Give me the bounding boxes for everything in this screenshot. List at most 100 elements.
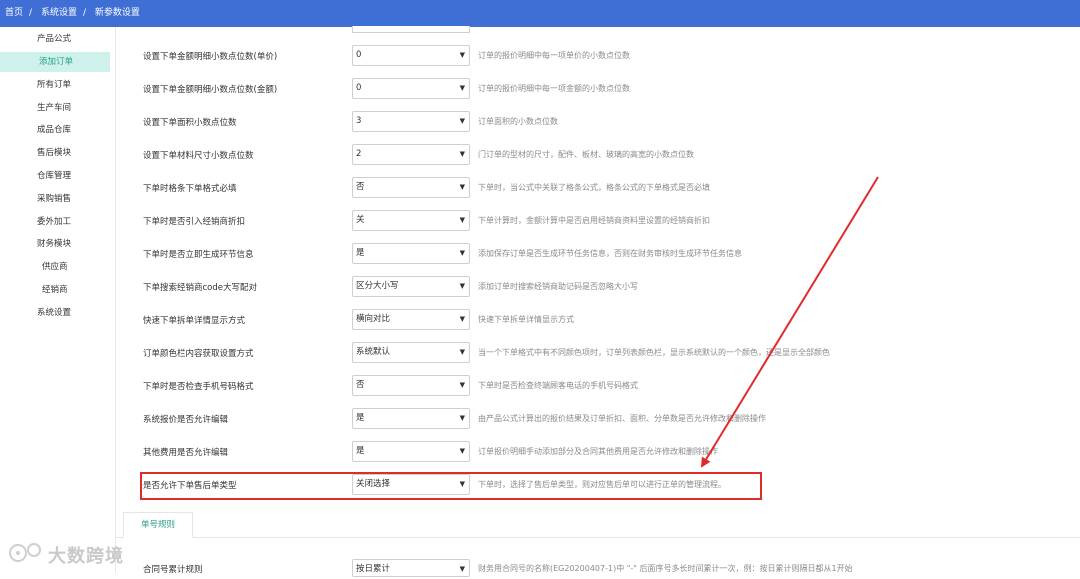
setting-value: 0 — [356, 83, 362, 93]
sidebar-item-outsourcing[interactable]: 委外加工 — [0, 212, 110, 232]
setting-row: 系统报价是否允许编辑 是 ▼ 由产品公式计算出的报价结果及订单折扣、面积、分单数是… — [116, 403, 1080, 436]
setting-label: 设置下单金额明细小数点位数(金额) — [143, 85, 278, 95]
setting-label: 下单时是否检查手机号码格式 — [143, 382, 254, 392]
setting-description: 财务用合同号的名称(EG20200407-1)中 "-" 后面序号多长时间累计一… — [478, 564, 853, 573]
caret-down-icon: ▼ — [459, 315, 465, 323]
setting-row: 下单搜索经销商code大写配对 区分大小写 ▼ 添加订单时搜索经销商助记码是否忽略… — [116, 271, 1080, 304]
sidebar-item-finance[interactable]: 财务模块 — [0, 234, 110, 254]
setting-row: 设置下单金额明细小数点位数(单价) 0 ▼ 订单的报价明细中每一项单价的小数点位数 — [116, 40, 1080, 73]
caret-down-icon: ▼ — [459, 414, 465, 422]
setting-label: 下单搜索经销商code大写配对 — [143, 283, 257, 293]
setting-description: 添加订单时搜索经销商助记码是否忽略大小写 — [478, 282, 638, 291]
caret-down-icon: ▼ — [459, 282, 465, 290]
sidebar-item-warehouse-mgmt[interactable]: 仓库管理 — [0, 166, 110, 186]
sidebar-item-all-orders[interactable]: 所有订单 — [0, 75, 110, 95]
caret-down-icon: ▼ — [459, 381, 465, 389]
setting-description: 当一个下单格式中有不同颜色项时，订单列表颜色栏，显示系统默认的一个颜色，还是显示… — [478, 348, 830, 357]
highlight-annotation-box — [140, 472, 762, 500]
setting-description: 订单面积的小数点位数 — [478, 117, 558, 126]
sidebar-item-dealer[interactable]: 经销商 — [0, 280, 110, 300]
setting-select[interactable]: 是 ▼ — [352, 243, 470, 264]
setting-description: 订单报价明细手动添加部分及合同其他费用是否允许修改和删除操作 — [478, 447, 718, 456]
sidebar-item-system-settings[interactable]: 系统设置 — [0, 303, 110, 323]
sidebar-item-supplier[interactable]: 供应商 — [0, 257, 110, 277]
sidebar-item-add-order[interactable]: 添加订单 — [0, 52, 110, 72]
setting-label: 订单颜色栏内容获取设置方式 — [143, 349, 254, 359]
partial-select[interactable] — [352, 26, 470, 33]
breadcrumb-system-settings[interactable]: 系统设置 — [41, 8, 77, 18]
setting-select[interactable]: 区分大小写 ▼ — [352, 276, 470, 297]
setting-select[interactable]: 关 ▼ — [352, 210, 470, 231]
setting-description: 订单的报价明细中每一项单价的小数点位数 — [478, 51, 630, 60]
setting-value: 是 — [356, 446, 365, 456]
caret-down-icon: ▼ — [459, 565, 465, 573]
setting-select[interactable]: 否 ▼ — [352, 375, 470, 396]
caret-down-icon: ▼ — [459, 117, 465, 125]
setting-select[interactable]: 2 ▼ — [352, 144, 470, 165]
caret-down-icon: ▼ — [459, 447, 465, 455]
setting-select[interactable]: 3 ▼ — [352, 111, 470, 132]
setting-value: 是 — [356, 248, 365, 258]
caret-down-icon: ▼ — [459, 183, 465, 191]
setting-select[interactable]: 否 ▼ — [352, 177, 470, 198]
setting-label: 设置下单金额明细小数点位数(单价) — [143, 52, 278, 62]
breadcrumb-separator: / — [82, 8, 86, 18]
setting-value: 3 — [356, 116, 362, 126]
setting-select[interactable]: 横向对比 ▼ — [352, 309, 470, 330]
setting-row: 下单时是否检查手机号码格式 否 ▼ 下单时是否检查终端顾客电话的手机号码格式 — [116, 370, 1080, 403]
sidebar-item-product-formula[interactable]: 产品公式 — [0, 29, 110, 49]
caret-down-icon: ▼ — [459, 84, 465, 92]
breadcrumb-separator: / — [29, 8, 33, 18]
setting-row-partial: 合同号累计规则 按日累计 ▼ 财务用合同号的名称(EG20200407-1)中 "… — [116, 559, 1080, 579]
setting-row: 下单时是否引入经销商折扣 关 ▼ 下单计算时，金额计算中是否启用经销商资料里设置的… — [116, 205, 1080, 238]
setting-row: 设置下单金额明细小数点位数(金额) 0 ▼ 订单的报价明细中每一项金额的小数点位数 — [116, 73, 1080, 106]
setting-row: 订单颜色栏内容获取设置方式 系统默认 ▼ 当一个下单格式中有不同颜色项时，订单列表… — [116, 337, 1080, 370]
setting-select[interactable]: 0 ▼ — [352, 45, 470, 66]
sidebar-item-finished-warehouse[interactable]: 成品仓库 — [0, 120, 110, 140]
setting-label: 系统报价是否允许编辑 — [143, 415, 229, 425]
setting-value: 0 — [356, 50, 362, 60]
setting-description: 下单时是否检查终端顾客电话的手机号码格式 — [478, 381, 638, 390]
sidebar-item-purchase-sales[interactable]: 采购销售 — [0, 189, 110, 209]
setting-label: 合同号累计规则 — [143, 565, 203, 575]
setting-description: 由产品公式计算出的报价结果及订单折扣、面积、分单数是否允许修改和删除操作 — [478, 414, 766, 423]
settings-panel: 设置下单金额明细小数点位数(单价) 0 ▼ 订单的报价明细中每一项单价的小数点位数… — [116, 26, 1080, 577]
setting-value: 横向对比 — [356, 314, 391, 324]
setting-description: 门订单的型材的尺寸，配件、板材、玻璃的高宽的小数点位数 — [478, 150, 694, 159]
setting-value: 系统默认 — [356, 347, 391, 357]
setting-label: 其他费用是否允许编辑 — [143, 448, 229, 458]
setting-row: 设置下单面积小数点位数 3 ▼ 订单面积的小数点位数 — [116, 106, 1080, 139]
setting-value: 2 — [356, 149, 362, 159]
setting-select[interactable]: 按日累计 ▼ — [352, 559, 470, 577]
setting-row: 下单时格条下单格式必填 否 ▼ 下单时，当公式中关联了格条公式，格条公式的下单格式… — [116, 172, 1080, 205]
tab-number-rules[interactable]: 单号规则 — [123, 512, 193, 538]
setting-label: 下单时格条下单格式必填 — [143, 184, 237, 194]
breadcrumb-home[interactable]: 首页 — [5, 8, 23, 18]
setting-value: 是 — [356, 413, 365, 423]
setting-row: 快速下单拆单详情显示方式 横向对比 ▼ 快速下单拆单详情显示方式 — [116, 304, 1080, 337]
setting-select[interactable]: 是 ▼ — [352, 441, 470, 462]
setting-row: 设置下单材料尺寸小数点位数 2 ▼ 门订单的型材的尺寸，配件、板材、玻璃的高宽的小… — [116, 139, 1080, 172]
setting-select[interactable]: 0 ▼ — [352, 78, 470, 99]
caret-down-icon: ▼ — [459, 51, 465, 59]
tab-divider — [116, 537, 1080, 538]
setting-label: 下单时是否立即生成环节信息 — [143, 250, 254, 260]
setting-description: 快速下单拆单详情显示方式 — [478, 315, 574, 324]
setting-value: 关 — [356, 215, 365, 225]
setting-description: 订单的报价明细中每一项金额的小数点位数 — [478, 84, 630, 93]
setting-description: 下单计算时，金额计算中是否启用经销商资料里设置的经销商折扣 — [478, 216, 710, 225]
watermark: 大数跨境 — [8, 540, 148, 567]
watermark-logo-icon — [9, 543, 41, 562]
setting-select[interactable]: 是 ▼ — [352, 408, 470, 429]
sidebar-item-after-sales[interactable]: 售后模块 — [0, 143, 110, 163]
setting-label: 下单时是否引入经销商折扣 — [143, 217, 246, 227]
sidebar: 产品公式 添加订单 所有订单 生产车间 成品仓库 售后模块 仓库管理 采购销售 … — [0, 27, 116, 573]
caret-down-icon: ▼ — [459, 216, 465, 224]
setting-select[interactable]: 系统默认 ▼ — [352, 342, 470, 363]
caret-down-icon: ▼ — [459, 249, 465, 257]
sidebar-item-workshop[interactable]: 生产车间 — [0, 98, 110, 118]
setting-row: 下单时是否立即生成环节信息 是 ▼ 添加保存订单是否生成环节任务信息，否则在财务审… — [116, 238, 1080, 271]
setting-label: 设置下单材料尺寸小数点位数 — [143, 151, 254, 161]
breadcrumb: 首页 / 系统设置 / 新参数设置 — [0, 0, 1080, 27]
setting-value: 区分大小写 — [356, 281, 399, 291]
